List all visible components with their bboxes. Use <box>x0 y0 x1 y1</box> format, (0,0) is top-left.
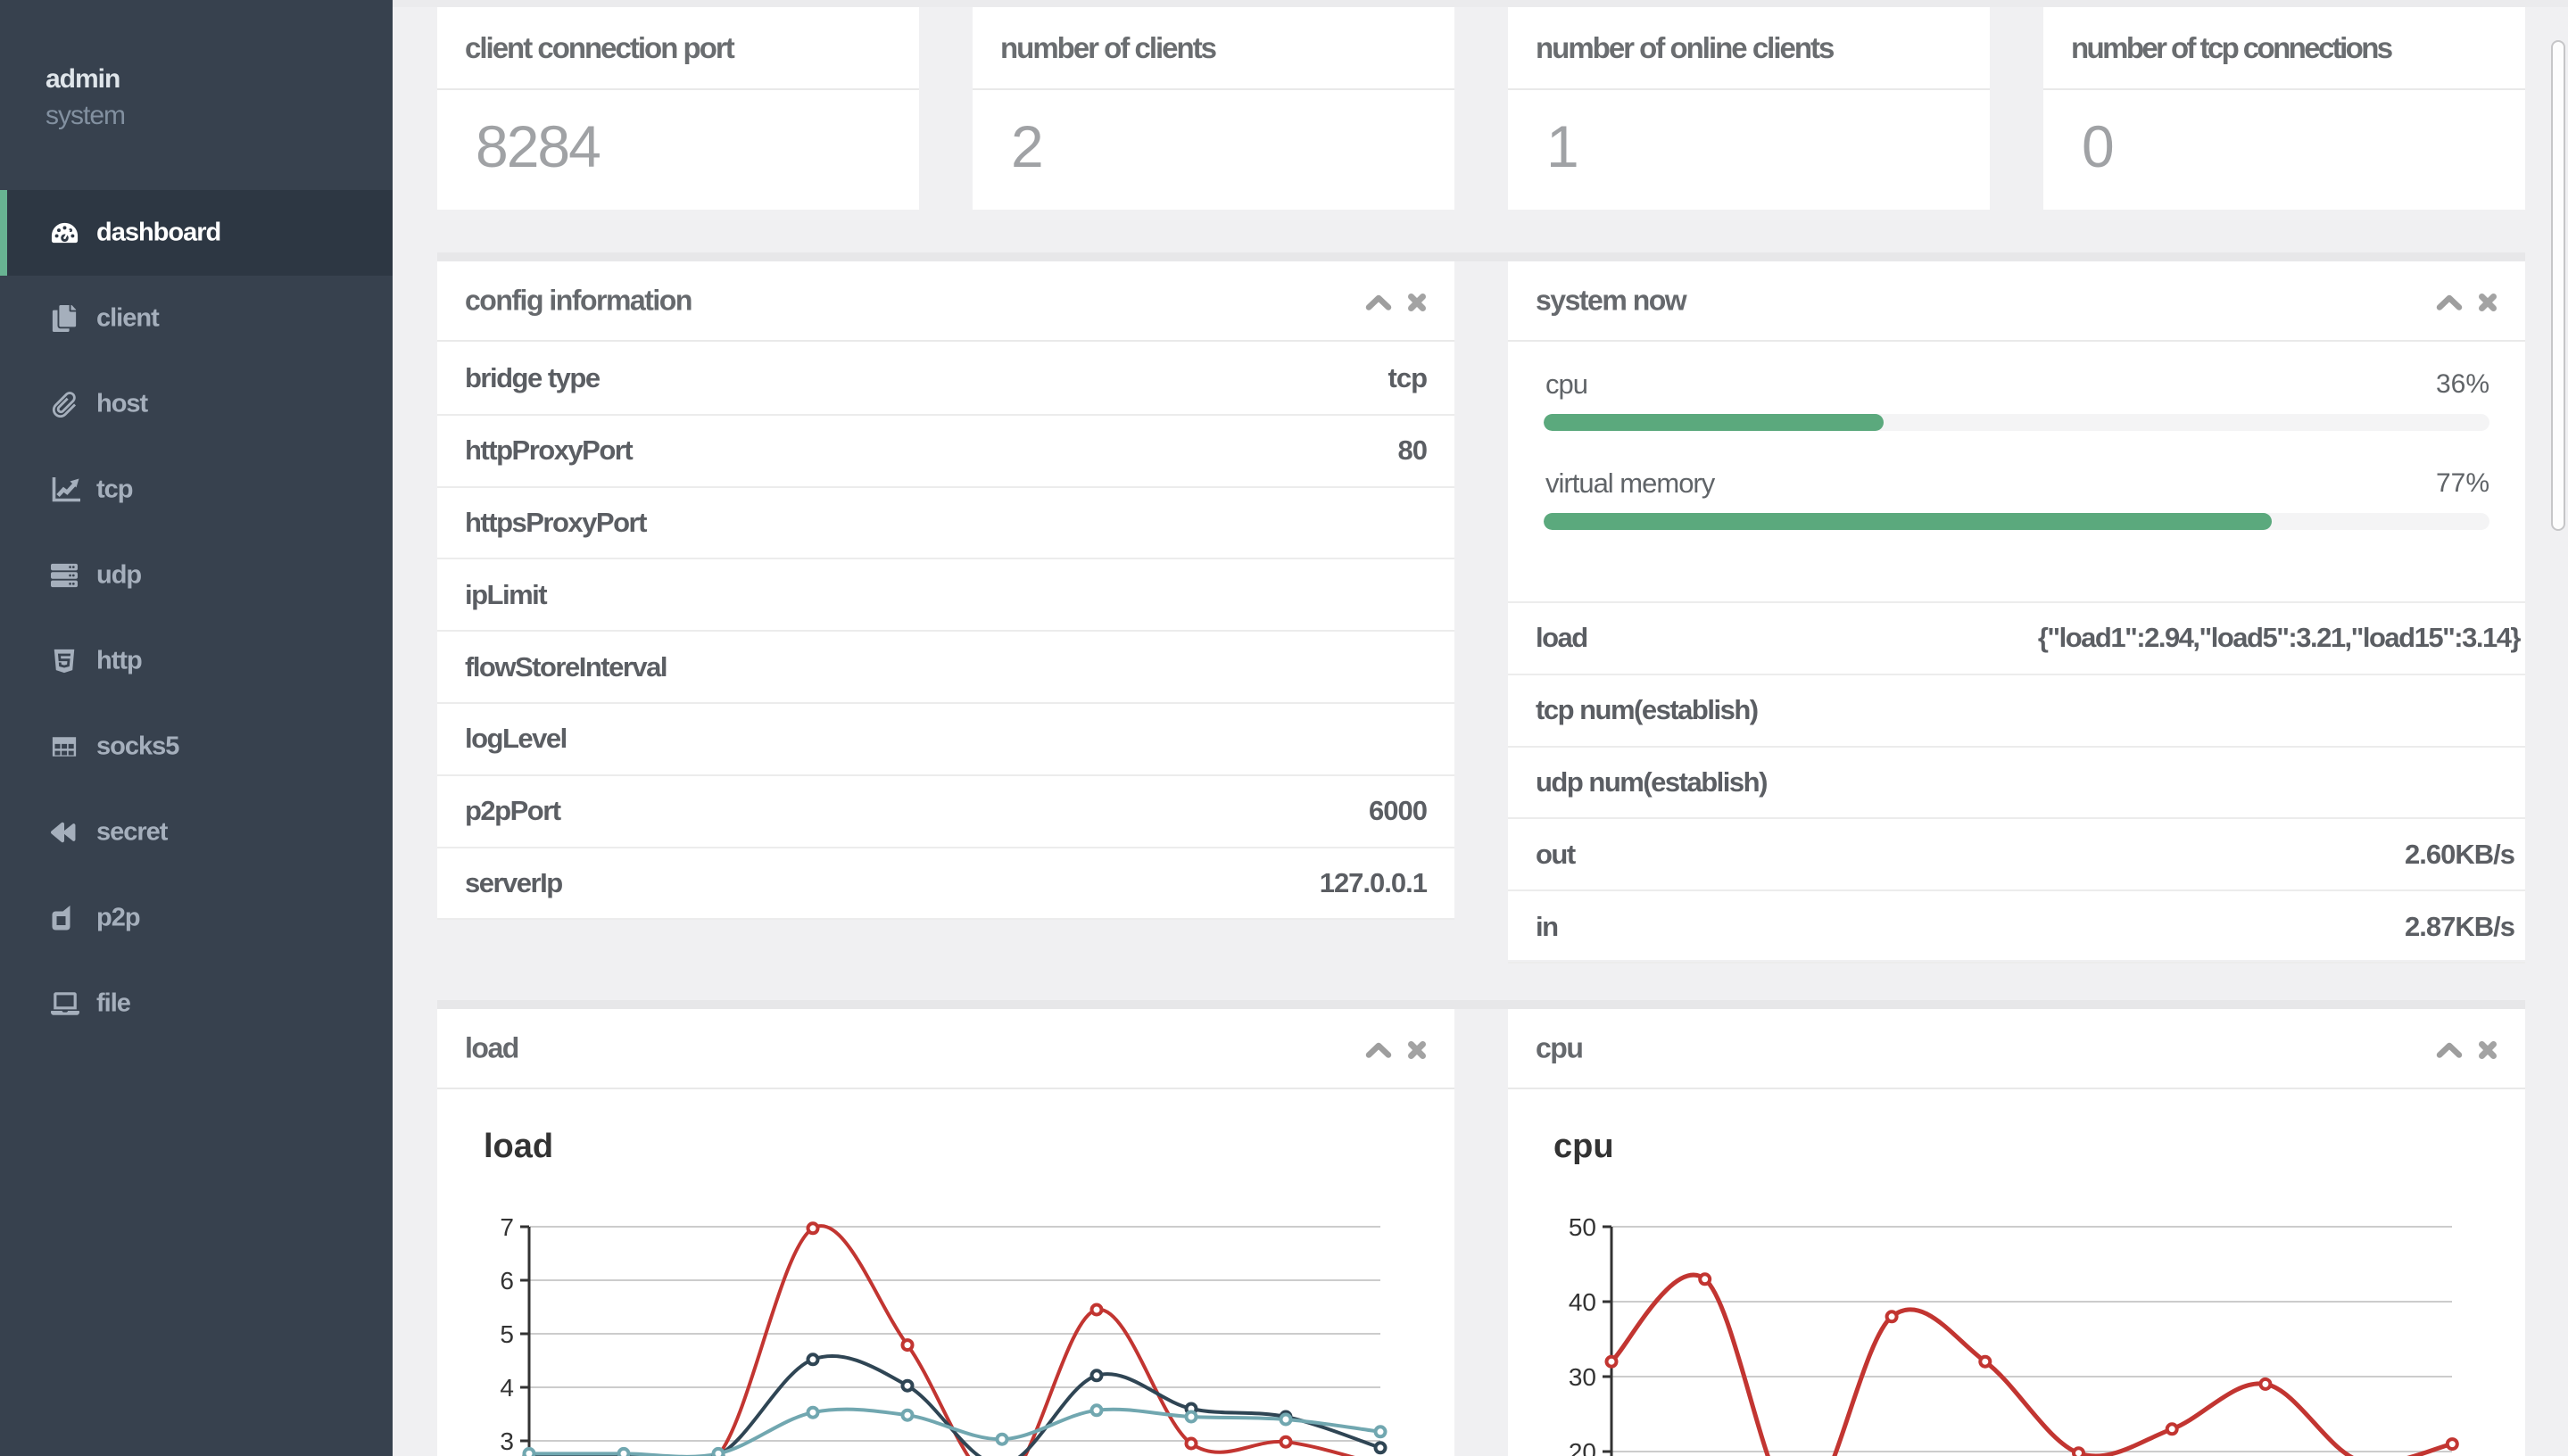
svg-text:50: 50 <box>1569 1213 1596 1241</box>
svg-text:20: 20 <box>1569 1438 1596 1456</box>
svg-text:cpu: cpu <box>1553 1128 1614 1165</box>
svg-text:4: 4 <box>500 1374 514 1402</box>
svg-text:7: 7 <box>500 1213 514 1241</box>
svg-text:30: 30 <box>1569 1363 1596 1391</box>
svg-text:6: 6 <box>500 1267 514 1295</box>
svg-text:load: load <box>484 1128 553 1165</box>
svg-text:3: 3 <box>500 1427 514 1455</box>
svg-text:5: 5 <box>500 1320 514 1348</box>
svg-text:40: 40 <box>1569 1288 1596 1316</box>
